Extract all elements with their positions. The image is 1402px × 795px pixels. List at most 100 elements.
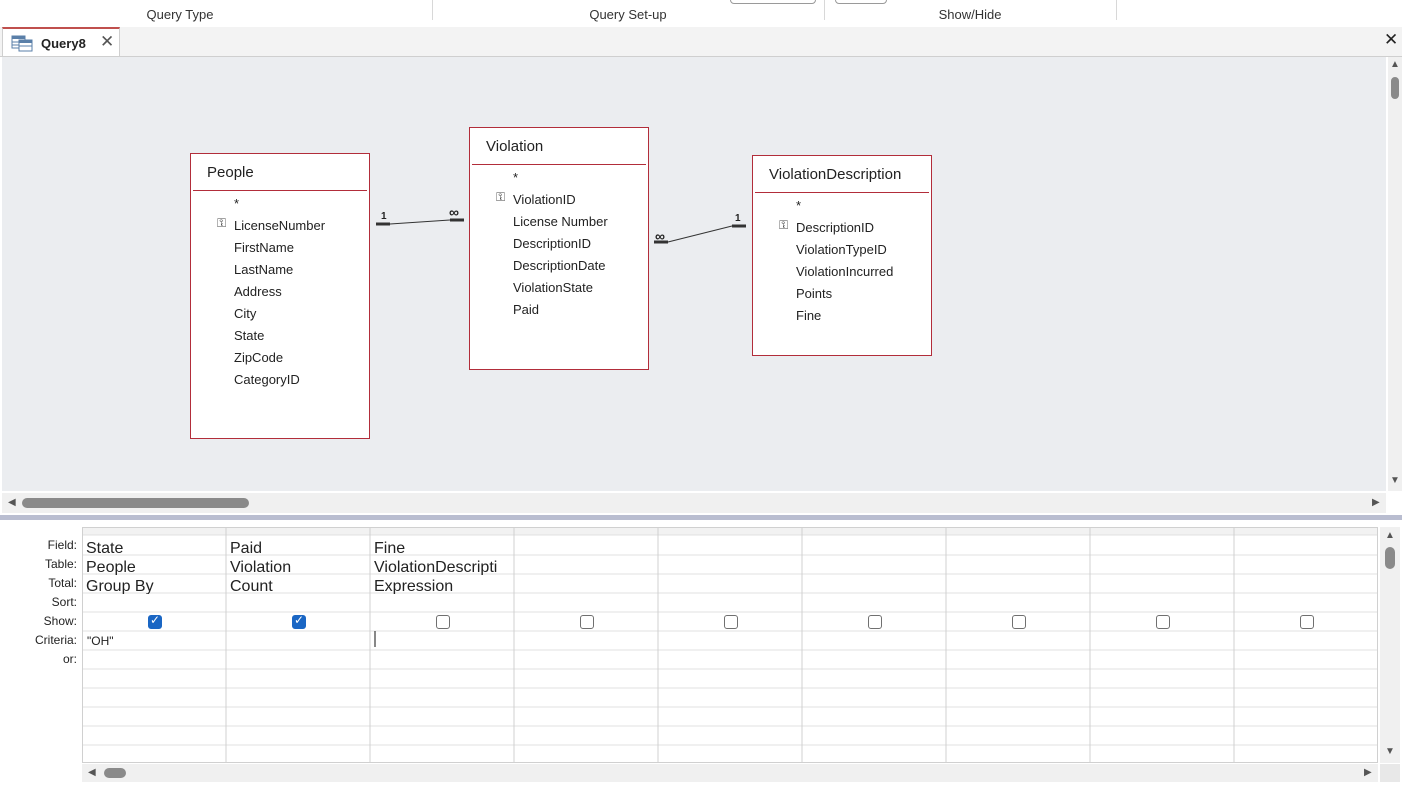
- close-document-icon[interactable]: ✕: [1384, 30, 1398, 50]
- field-item[interactable]: DescriptionDate: [513, 258, 606, 273]
- row-label-table: Table:: [44, 557, 77, 571]
- field-item[interactable]: FirstName: [234, 240, 294, 255]
- show-checkbox[interactable]: [292, 613, 306, 629]
- grid-cell-criteria[interactable]: [379, 634, 511, 650]
- close-icon[interactable]: ✕: [100, 32, 114, 52]
- scroll-left-icon[interactable]: ◀: [88, 767, 96, 778]
- table-violationdescription[interactable]: ViolationDescription * ⚿ DescriptionID V…: [752, 155, 932, 356]
- show-checkbox[interactable]: [1012, 615, 1026, 629]
- show-checkbox[interactable]: [580, 615, 594, 629]
- tab-query8[interactable]: Query8 ✕: [2, 27, 120, 56]
- ribbon-group-query-type: Query Type: [146, 7, 214, 22]
- grid-cell-total[interactable]: Expression: [374, 578, 514, 594]
- grid-cell-field[interactable]: State: [86, 540, 224, 556]
- grid-vertical-scrollbar[interactable]: ▲ ▼: [1380, 527, 1400, 763]
- grid-cell-sort[interactable]: [374, 597, 512, 613]
- show-checkbox[interactable]: [436, 615, 450, 629]
- grid-cell-table[interactable]: Violation: [230, 559, 368, 575]
- show-checkbox[interactable]: [1156, 615, 1170, 629]
- field-item[interactable]: City: [234, 306, 256, 321]
- table-violation[interactable]: Violation * ⚿ ViolationID License Number…: [469, 127, 649, 370]
- field-item[interactable]: *: [234, 196, 239, 211]
- grid-cell-field[interactable]: Fine: [374, 540, 514, 556]
- query-design-grid[interactable]: State People Group By "OH" Paid Violatio…: [82, 527, 1378, 763]
- key-icon: ⚿: [217, 216, 227, 230]
- field-item[interactable]: Points: [796, 286, 832, 301]
- row-label-field: Field:: [47, 538, 77, 552]
- field-item[interactable]: ViolationTypeID: [796, 242, 887, 257]
- ribbon-separator: [432, 0, 433, 20]
- ribbon-separator: [824, 0, 825, 20]
- scroll-up-icon[interactable]: ▲: [1390, 59, 1400, 70]
- grid-cell-table[interactable]: People: [86, 559, 224, 575]
- design-horizontal-scrollbar[interactable]: ◀ ▶: [2, 493, 1386, 513]
- field-item[interactable]: ViolationState: [513, 280, 593, 295]
- scroll-thumb[interactable]: [22, 498, 249, 508]
- field-item[interactable]: CategoryID: [234, 372, 300, 387]
- show-checkbox[interactable]: [868, 615, 882, 629]
- scroll-right-icon[interactable]: ▶: [1372, 497, 1380, 508]
- ribbon: Query Type Query Set-up Show/Hide: [0, 0, 1402, 28]
- scroll-right-icon[interactable]: ▶: [1364, 767, 1372, 778]
- query-design-area[interactable]: 1 ∞ ∞ 1 People * ⚿ LicenseNumber FirstNa…: [2, 57, 1386, 491]
- show-checkbox[interactable]: [1300, 615, 1314, 629]
- scroll-down-icon[interactable]: ▼: [1390, 475, 1400, 486]
- scroll-thumb[interactable]: [104, 768, 126, 778]
- field-item[interactable]: DescriptionID: [513, 236, 591, 251]
- scroll-thumb[interactable]: [1385, 547, 1395, 569]
- ribbon-group-show-hide: Show/Hide: [938, 7, 1002, 22]
- ribbon-button-partial[interactable]: [730, 0, 816, 4]
- grid-row-labels: Field: Table: Total: Sort: Show: Criteri…: [0, 527, 77, 677]
- tab-label: Query8: [41, 36, 86, 51]
- table-divider: [755, 192, 929, 193]
- field-item[interactable]: *: [513, 170, 518, 185]
- field-item[interactable]: LastName: [234, 262, 293, 277]
- grid-cell-sort[interactable]: [86, 597, 224, 613]
- grid-cell-table[interactable]: ViolationDescripti: [374, 559, 514, 575]
- field-item[interactable]: Fine: [796, 308, 821, 323]
- field-item[interactable]: *: [796, 198, 801, 213]
- field-item[interactable]: LicenseNumber: [234, 218, 325, 233]
- relationship-label: 1: [735, 213, 741, 224]
- row-label-total: Total:: [48, 576, 77, 590]
- scroll-thumb[interactable]: [1391, 77, 1399, 99]
- ribbon-button-partial[interactable]: [835, 0, 887, 4]
- field-item[interactable]: ZipCode: [234, 350, 283, 365]
- grid-cell-criteria[interactable]: "OH": [87, 634, 225, 650]
- key-icon: ⚿: [779, 218, 789, 232]
- pane-splitter[interactable]: [0, 515, 1402, 520]
- show-checkbox[interactable]: [148, 613, 162, 629]
- show-checkbox[interactable]: [724, 615, 738, 629]
- table-divider: [193, 190, 367, 191]
- relationship-label: ∞: [449, 204, 459, 220]
- table-title: People: [207, 164, 254, 181]
- scroll-up-icon[interactable]: ▲: [1385, 530, 1395, 541]
- field-item[interactable]: Paid: [513, 302, 539, 317]
- grid-cell-sort[interactable]: [230, 597, 368, 613]
- grid-cell-criteria[interactable]: [231, 634, 369, 650]
- scroll-down-icon[interactable]: ▼: [1385, 746, 1395, 757]
- grid-cell-total[interactable]: Group By: [86, 578, 224, 594]
- grid-horizontal-scrollbar[interactable]: ◀ ▶: [82, 764, 1378, 782]
- ribbon-separator: [1116, 0, 1117, 20]
- field-item[interactable]: DescriptionID: [796, 220, 874, 235]
- scroll-left-icon[interactable]: ◀: [8, 497, 16, 508]
- row-label-sort: Sort:: [51, 595, 77, 609]
- grid-cell-field[interactable]: Paid: [230, 540, 368, 556]
- field-item[interactable]: License Number: [513, 214, 608, 229]
- design-vertical-scrollbar[interactable]: ▲ ▼: [1388, 57, 1402, 491]
- document-tab-bar: Query8 ✕ ✕: [0, 27, 1402, 57]
- field-item[interactable]: ViolationID: [513, 192, 576, 207]
- table-title: Violation: [486, 138, 544, 155]
- row-label-show: Show:: [43, 614, 77, 628]
- scroll-corner: [1380, 764, 1400, 782]
- field-item[interactable]: Address: [234, 284, 282, 299]
- key-icon: ⚿: [496, 190, 506, 204]
- ribbon-group-query-setup: Query Set-up: [589, 7, 667, 22]
- table-divider: [472, 164, 646, 165]
- field-item[interactable]: State: [234, 328, 264, 343]
- table-people[interactable]: People * ⚿ LicenseNumber FirstName LastN…: [190, 153, 370, 439]
- row-label-criteria: Criteria:: [34, 633, 77, 647]
- grid-cell-total[interactable]: Count: [230, 578, 368, 594]
- field-item[interactable]: ViolationIncurred: [796, 264, 893, 279]
